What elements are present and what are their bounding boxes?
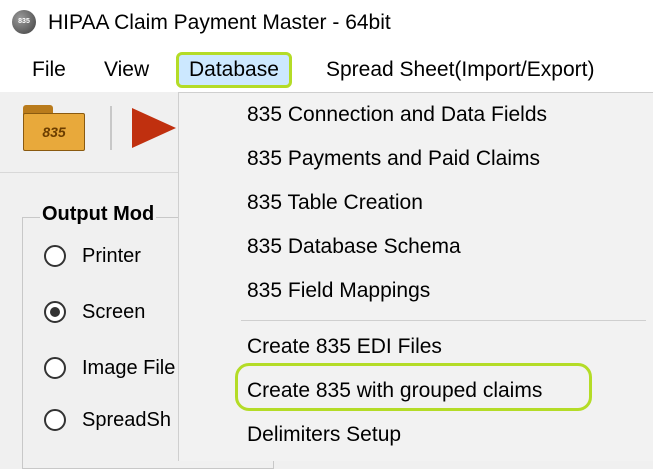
radio-spreadsheet[interactable] xyxy=(44,409,66,431)
play-icon[interactable] xyxy=(132,108,176,148)
menu-item-create-835-edi[interactable]: Create 835 EDI Files xyxy=(247,335,442,359)
menu-item-delimiters-setup[interactable]: Delimiters Setup xyxy=(247,423,401,447)
highlight-outline xyxy=(235,363,592,411)
menu-item-835-table-creation[interactable]: 835 Table Creation xyxy=(247,191,423,215)
menu-item-835-payments[interactable]: 835 Payments and Paid Claims xyxy=(247,147,540,171)
radio-image-file[interactable] xyxy=(44,357,66,379)
menu-item-835-field-mappings[interactable]: 835 Field Mappings xyxy=(247,279,430,303)
radio-printer-label: Printer xyxy=(82,245,141,267)
radio-image-file-label: Image File xyxy=(82,357,176,379)
menu-database[interactable]: Database xyxy=(176,52,292,88)
menu-view[interactable]: View xyxy=(104,58,149,82)
radio-screen-label: Screen xyxy=(82,301,146,323)
title-bar: 835 HIPAA Claim Payment Master - 64bit xyxy=(0,0,653,44)
app-icon: 835 xyxy=(12,10,36,34)
menu-spread-sheet[interactable]: Spread Sheet(Import/Export) xyxy=(326,58,594,82)
folder-835-label: 835 xyxy=(23,113,85,151)
menu-divider xyxy=(241,320,646,321)
output-mode-title: Output Mod xyxy=(40,203,157,226)
menu-item-835-database-schema[interactable]: 835 Database Schema xyxy=(247,235,461,259)
radio-spreadsheet-label: SpreadSh xyxy=(82,409,171,431)
radio-printer[interactable] xyxy=(44,245,66,267)
menu-file[interactable]: File xyxy=(32,58,66,82)
folder-835-icon[interactable]: 835 xyxy=(23,105,85,151)
window-title: HIPAA Claim Payment Master - 64bit xyxy=(48,11,391,34)
radio-screen[interactable] xyxy=(44,301,66,323)
toolbar-separator xyxy=(110,106,112,150)
menu-item-835-connection[interactable]: 835 Connection and Data Fields xyxy=(247,103,547,127)
menu-bar: File View Database Spread Sheet(Import/E… xyxy=(0,44,653,92)
